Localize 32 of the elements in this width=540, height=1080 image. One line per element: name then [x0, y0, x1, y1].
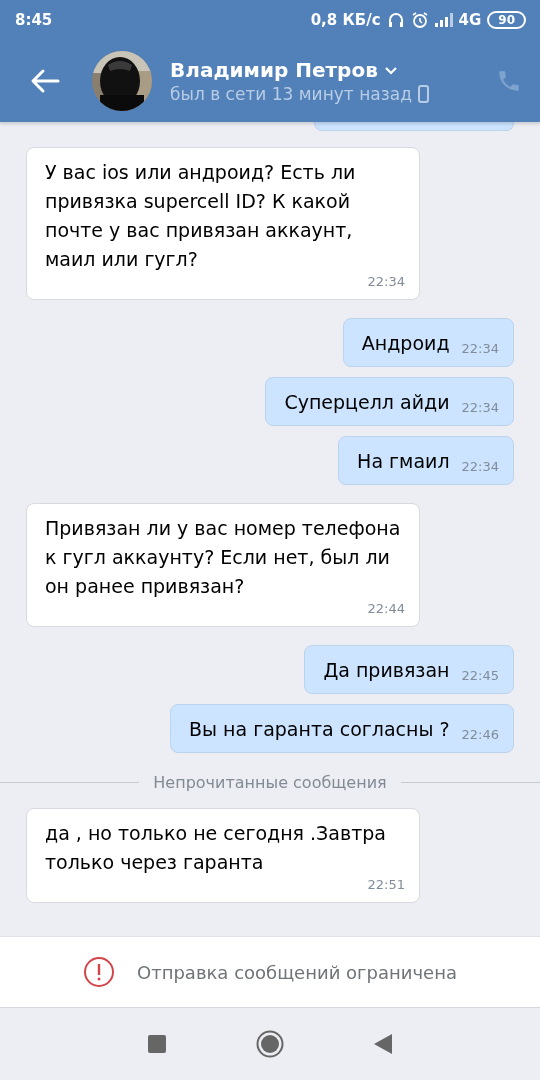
headphones-icon: [386, 11, 405, 29]
message-time: 22:34: [461, 341, 499, 356]
message-text: Привязан ли у вас номер телефона к гугл аккаунту? Если нет, был ли он ранее привязан?: [45, 516, 402, 599]
phone-device-icon: [417, 85, 429, 103]
message-text: Суперцелл айди: [284, 390, 450, 415]
back-nav-button[interactable]: [374, 1034, 392, 1054]
last-seen-status: был в сети 13 минут назад: [170, 84, 412, 104]
status-time: 8:45: [15, 11, 53, 29]
network-speed: 0,8 КБ/с: [310, 11, 381, 29]
message-text: У вас ios или андроид? Есть ли привязка supercell ID? К какой почте у вас привязан аккаунт, маил или гугл?: [45, 160, 357, 272]
message-text: На гмаил: [357, 449, 450, 474]
network-type: 4G: [458, 11, 482, 29]
message-time: 22:34: [367, 274, 405, 289]
battery-level: 90: [487, 11, 526, 29]
message-text: Да привязан: [323, 658, 450, 683]
message-time: 22:51: [367, 877, 405, 892]
message-text: да , но только не сегодня .Завтра только через гаранта: [45, 821, 387, 875]
chevron-down-icon: [383, 65, 398, 75]
message-text: Вы на гаранта согласны ?: [189, 717, 450, 742]
home-button[interactable]: [256, 1030, 284, 1058]
message-time: 22:34: [461, 459, 499, 474]
warning-icon: [83, 956, 115, 988]
message-time: 22:45: [461, 668, 499, 683]
notice-text: Отправка сообщений ограничена: [137, 961, 457, 983]
contact-name[interactable]: Владимир Петров: [170, 58, 378, 82]
unread-divider-label: Непрочитанные сообщения: [153, 773, 387, 792]
signal-icon: [434, 13, 453, 27]
message-text: Андроид: [361, 331, 450, 356]
alarm-icon: [410, 11, 429, 29]
message-time: 22:46: [461, 727, 499, 742]
message-time: 22:44: [367, 601, 405, 616]
message-time: 22:34: [461, 400, 499, 415]
